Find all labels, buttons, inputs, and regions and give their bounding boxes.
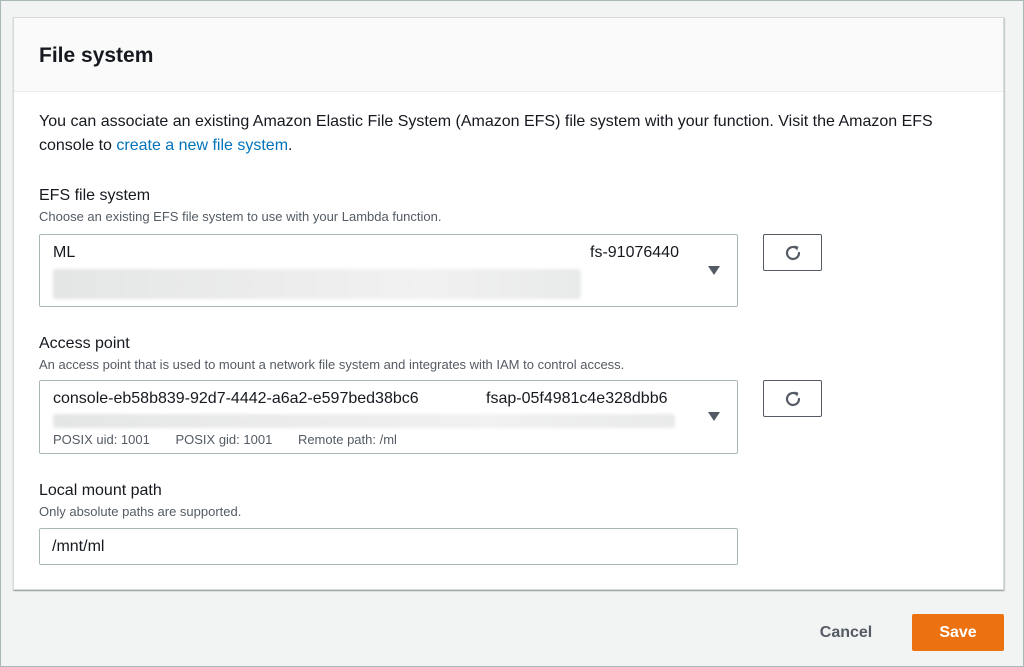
access-point-select[interactable]: console-eb58b839-92d7-4442-a6a2-e597bed3…: [39, 380, 738, 454]
access-point-refresh-button[interactable]: [763, 380, 822, 417]
efs-refresh-button[interactable]: [763, 234, 822, 271]
local-mount-path-input[interactable]: [39, 528, 738, 565]
caret-down-icon: [708, 266, 720, 275]
access-point-selected-id: fsap-05f4981c4e328dbb6: [486, 390, 668, 407]
redacted-details: [53, 414, 675, 428]
efs-selected-name: ML: [53, 244, 76, 261]
caret-down-icon: [708, 412, 720, 421]
file-system-panel: File system You can associate an existin…: [13, 17, 1004, 590]
efs-file-system-field: EFS file system Choose an existing EFS f…: [39, 186, 984, 307]
access-point-selected-name: console-eb58b839-92d7-4442-a6a2-e597bed3…: [53, 390, 419, 407]
posix-uid: POSIX uid: 1001: [53, 432, 150, 447]
refresh-icon: [785, 391, 800, 406]
cancel-button[interactable]: Cancel: [796, 614, 896, 651]
refresh-icon: [785, 245, 800, 260]
panel-body: You can associate an existing Amazon Ela…: [14, 92, 1003, 158]
efs-file-system-select[interactable]: ML fs-91076440: [39, 234, 738, 307]
efs-selected-id: fs-91076440: [590, 244, 679, 261]
efs-file-system-hint: Choose an existing EFS file system to us…: [39, 209, 442, 224]
local-mount-path-label: Local mount path: [39, 482, 162, 499]
efs-file-system-label: EFS file system: [39, 187, 151, 204]
local-mount-path-hint: Only absolute paths are supported.: [39, 504, 242, 519]
panel-description: You can associate an existing Amazon Ela…: [39, 110, 984, 158]
access-point-label: Access point: [39, 335, 130, 352]
description-suffix: .: [288, 137, 293, 154]
panel-header: File system: [14, 18, 1003, 92]
access-point-hint: An access point that is used to mount a …: [39, 357, 625, 372]
remote-path: Remote path: /ml: [297, 432, 397, 447]
create-file-system-link[interactable]: create a new file system: [116, 137, 288, 154]
redacted-details: [53, 269, 581, 299]
access-point-metadata: POSIX uid: 1001 POSIX gid: 1001 Remote p…: [53, 432, 419, 447]
posix-gid: POSIX gid: 1001: [175, 432, 273, 447]
save-button[interactable]: Save: [912, 614, 1004, 651]
panel-title: File system: [39, 44, 154, 67]
access-point-field: Access point An access point that is use…: [39, 334, 984, 454]
local-mount-path-field: Local mount path Only absolute paths are…: [39, 481, 984, 571]
